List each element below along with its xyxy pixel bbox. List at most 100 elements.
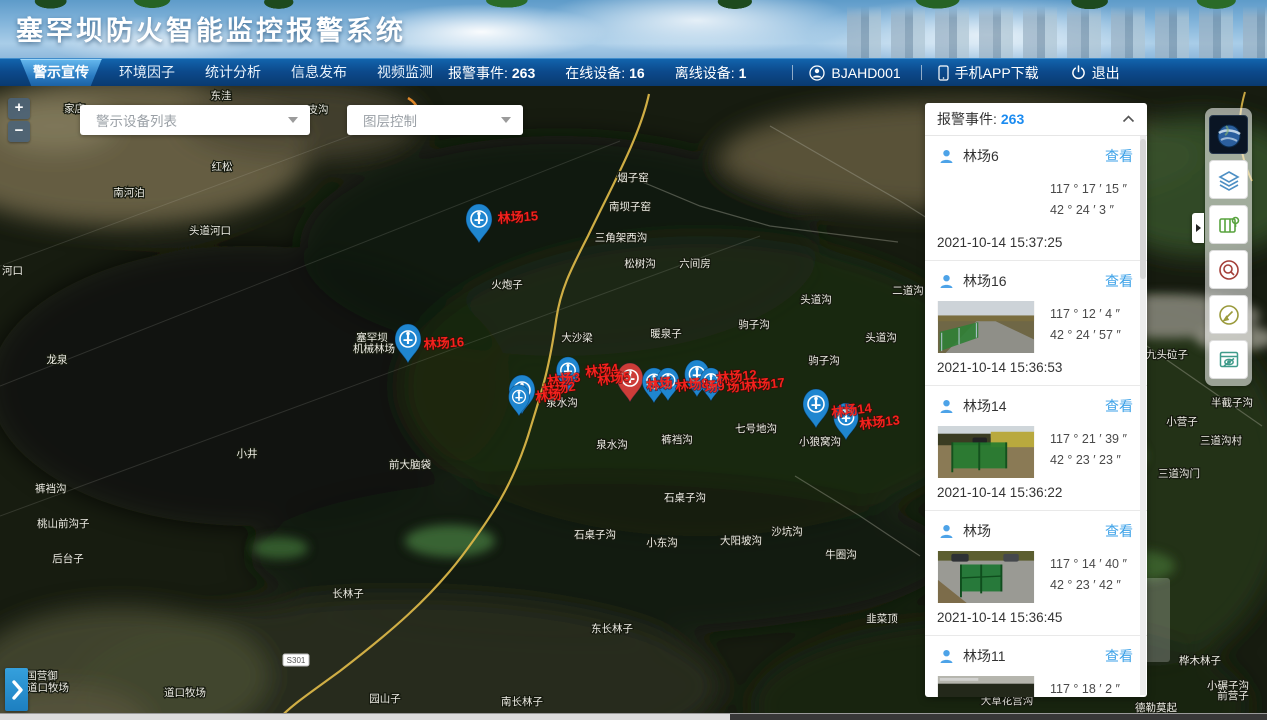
tab-label: 视频监测 [377,64,433,80]
view-link[interactable]: 查看 [1105,146,1133,166]
map-canvas[interactable]: S301 东洼皮沟家店红松南河泊头道河口河口烟子窑南坝子窑三角架西沟松树沟六间房… [0,86,1267,720]
tab-label: 警示宣传 [33,64,89,80]
chevron-down-icon [288,117,298,123]
zoom-out-button[interactable]: − [8,121,30,142]
online-devices-count: 在线设备:16 [565,63,644,83]
map-place-label: 道口牧场 [27,681,69,694]
alarm-timestamp: 2021-10-14 15:36:45 [937,610,1147,625]
nav-status-area: 报警事件:263 在线设备:16 离线设备:1 BJAHD001 手机APP下载 [448,63,1267,83]
tab-warning-publicity[interactable]: 警示宣传 [18,59,104,87]
map-marker-label: 林场16 [423,334,464,352]
alarm-count-badge: 263 [1001,111,1024,127]
map-place-label: 暖泉子 [650,327,682,340]
map-marker-label: 林场15 [497,208,538,226]
person-icon [939,149,954,164]
map-zoom-control: + − [8,98,30,144]
alarm-list-item[interactable]: 林场14 查看 117 ° 21 ′ 39 ″42 ° 23 ′ 23 ″ 20… [925,386,1147,511]
collapse-chevron-up-icon[interactable] [1122,115,1135,123]
tab-environment-factors[interactable]: 环境因子 [104,59,190,87]
map-place-label: 头道河口 [189,224,231,237]
map-place-label: 桃山前沟子 [37,517,90,530]
map-place-label: 三角架西沟 [595,231,648,244]
tab-label: 环境因子 [119,64,175,80]
alarm-thumbnail[interactable] [932,301,1040,353]
toolbar-collapse-tab[interactable] [1192,213,1204,243]
map-place-label: 机械林场 [353,342,395,355]
divider [792,65,793,80]
warning-device-list-dropdown[interactable]: 警示设备列表 [80,105,310,135]
alarm-thumbnail[interactable] [932,676,1040,697]
view-link[interactable]: 查看 [1105,521,1133,541]
view-link[interactable]: 查看 [1105,396,1133,416]
map-place-label: 九头砬子 [1146,348,1188,361]
power-icon [1071,65,1086,80]
nav-tabs: 警示宣传 环境因子 统计分析 信息发布 视频监测 [18,59,448,87]
map-place-label: 韭菜顶 [866,613,898,625]
alarm-thumbnail[interactable] [932,551,1040,603]
view-link[interactable]: 查看 [1105,271,1133,291]
divider [921,65,922,80]
tab-label: 统计分析 [205,64,261,80]
alarm-timestamp: 2021-10-14 15:36:22 [937,485,1147,500]
map-place-label: 牛圈沟 [825,548,857,561]
alarm-coordinates: 117 ° 18 ′ 2 ″ [1050,676,1120,697]
map-pin-search-button[interactable] [1209,205,1248,244]
user-account-button[interactable]: BJAHD001 [809,65,900,81]
map-place-label: 半截子沟 [1211,396,1253,409]
layers-icon [1217,168,1241,192]
alarm-list-item[interactable]: 林场16 查看 117 ° 12 ′ 4 ″42 ° 24 ′ 57 ″ 202… [925,261,1147,386]
zoom-in-button[interactable]: + [8,98,30,119]
sidebar-expand-button[interactable] [5,668,28,711]
alarm-site-name: 林场6 [963,146,999,166]
earth-view-button[interactable] [1209,115,1248,154]
person-icon [939,274,954,289]
alarm-list-item[interactable]: 林场11 查看 117 ° 18 ′ 2 ″ [925,636,1147,697]
map-place-label: 小营子 [1166,415,1198,428]
layers-button[interactable] [1209,160,1248,199]
map-place-label: 前大脑袋 [389,458,431,471]
alarm-thumbnail[interactable] [932,426,1040,478]
map-place-label: 前营子 [1217,689,1249,702]
svg-text:S301: S301 [287,656,306,665]
map-pin-search-icon [1217,213,1241,237]
alarm-coordinates: 117 ° 21 ′ 39 ″42 ° 23 ′ 23 ″ [1050,426,1127,478]
person-icon [939,399,954,414]
map-place-label: 驹子沟 [808,354,840,367]
alarm-site-name: 林场16 [963,271,1007,291]
mobile-app-download-button[interactable]: 手机APP下载 [938,63,1039,83]
alarm-timestamp: 2021-10-14 15:36:53 [937,360,1147,375]
alarm-list-item[interactable]: 林场6 查看 117 ° 17 ′ 15 ″42 ° 24 ′ 3 ″ 2021… [925,136,1147,261]
map-place-label: 松树沟 [624,257,656,270]
alarm-site-name: 林场11 [963,646,1006,666]
map-place-label: 七号地沟 [735,422,777,435]
clear-map-button[interactable] [1209,295,1248,334]
hide-window-button[interactable] [1209,340,1248,379]
chevron-down-icon [501,117,511,123]
phone-icon [938,65,949,81]
alarm-thumbnail-empty [932,176,1040,228]
view-link[interactable]: 查看 [1105,646,1133,666]
tab-video-monitor[interactable]: 视频监测 [362,59,448,87]
offline-devices-count: 离线设备:1 [675,63,747,83]
map-place-label: 小井 [237,447,258,460]
app-download-label: 手机APP下载 [955,63,1039,83]
tab-info-publish[interactable]: 信息发布 [276,59,362,87]
alarm-list-item[interactable]: 林场 查看 117 ° 14 ′ 40 ″42 ° 23 ′ 42 ″ 2021… [925,511,1147,636]
map-place-label: 南河泊 [113,186,145,199]
alarm-panel-title: 报警事件: [937,109,997,129]
map-place-label: 头道沟 [800,293,832,306]
main-nav: 警示宣传 环境因子 统计分析 信息发布 视频监测 报警事件:263 在线设备:1… [0,58,1267,86]
panel-scrollbar-thumb[interactable] [1140,139,1146,279]
logout-button[interactable]: 退出 [1071,63,1120,83]
app-title: 塞罕坝防火智能监控报警系统 [16,9,406,48]
magnifier-search-button[interactable] [1209,250,1248,289]
layer-control-dropdown[interactable]: 图层控制 [347,105,523,135]
arrow-right-icon [1196,224,1201,232]
dropdown-placeholder: 图层控制 [363,110,417,130]
tab-statistics[interactable]: 统计分析 [190,59,276,87]
alarm-panel-header: 报警事件: 263 [925,103,1147,136]
bottom-edge-strip [0,713,1267,720]
alarm-site-name: 林场 [963,521,991,541]
app-header: 塞罕坝防火智能监控报警系统 [0,0,1267,58]
map-place-label: 东洼 [211,89,232,102]
